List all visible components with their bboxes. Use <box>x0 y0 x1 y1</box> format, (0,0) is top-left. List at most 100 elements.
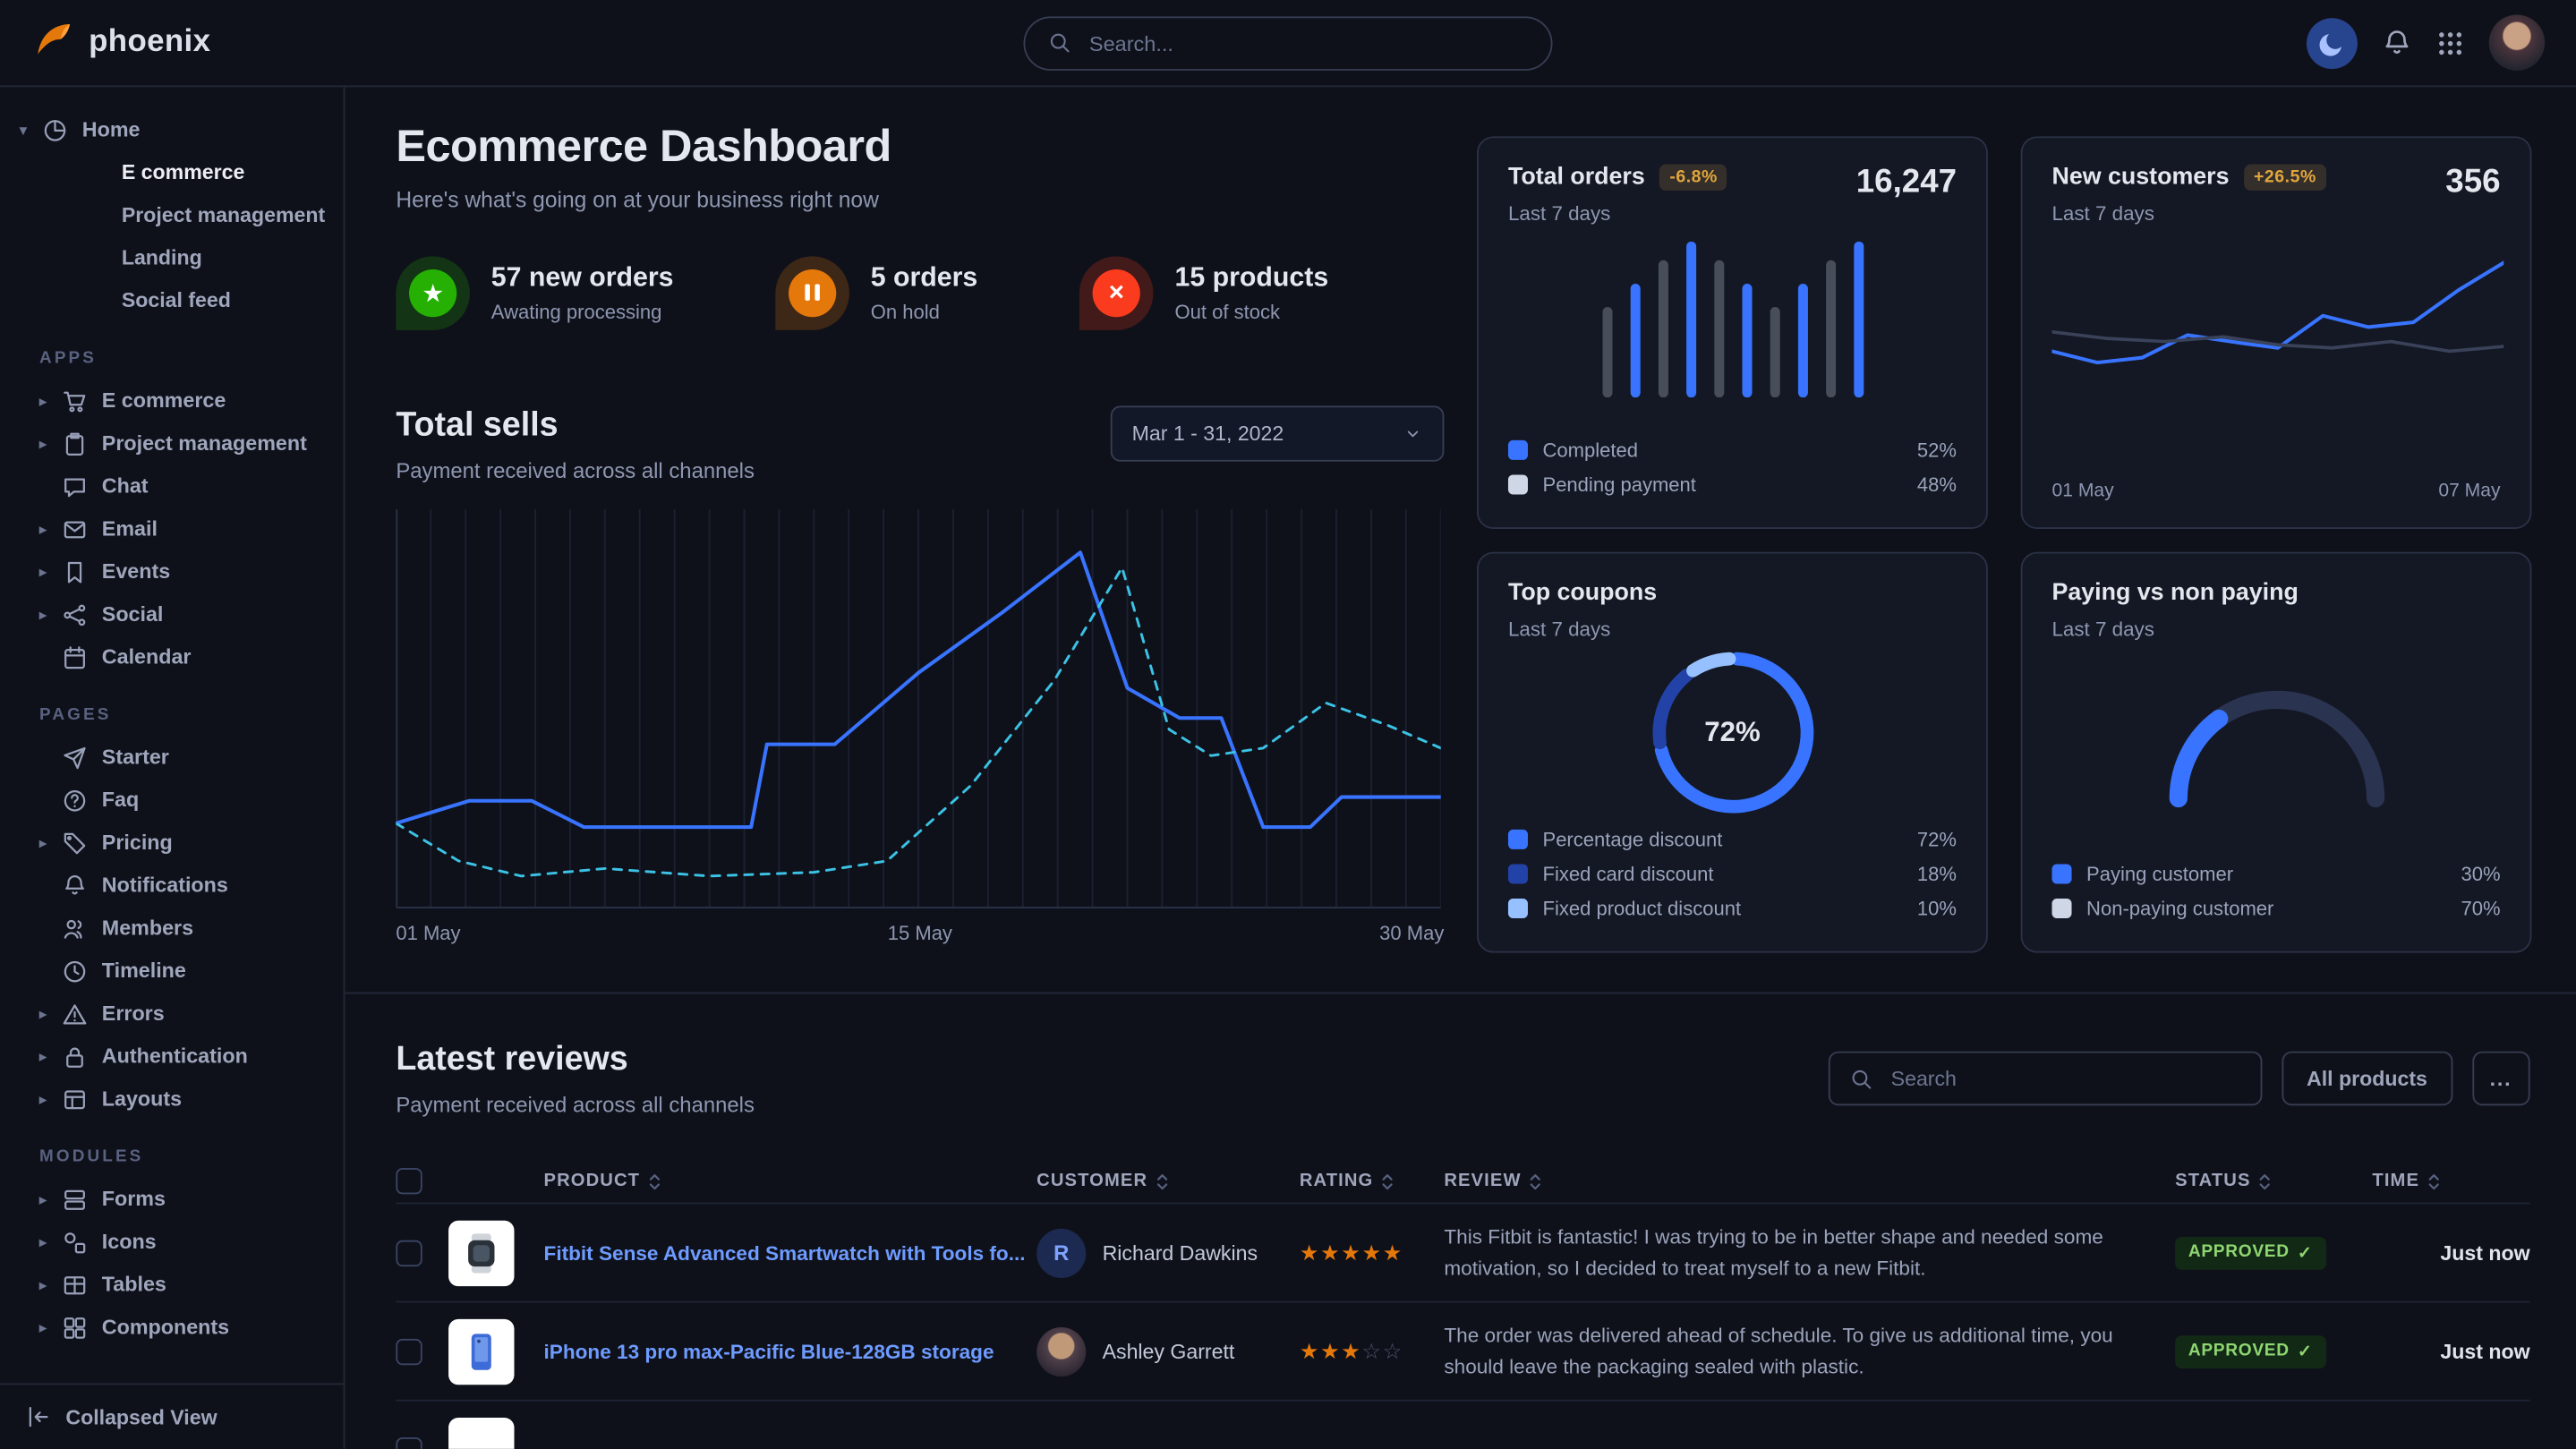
sidebar-item-label: Events <box>102 560 170 584</box>
caret-right-icon: ▸ <box>39 1090 63 1108</box>
sidebar-item-icons[interactable]: ▸Icons <box>0 1221 344 1264</box>
column-header-time[interactable]: TIME <box>2372 1172 2529 1191</box>
sidebar-item-social[interactable]: ▸Social <box>0 593 344 636</box>
reviews-title: Latest reviews <box>396 1040 755 1079</box>
card-total-orders: Total orders -6.8% Last 7 days 16,247 Co… <box>1477 136 1988 529</box>
chevron-down-icon <box>1403 424 1422 444</box>
sidebar-item-tables[interactable]: ▸Tables <box>0 1263 344 1306</box>
column-header-product[interactable]: PRODUCT <box>544 1172 1037 1191</box>
collapse-icon <box>26 1404 51 1429</box>
sidebar-item-label: Components <box>102 1316 229 1339</box>
legend-swatch <box>1508 439 1528 459</box>
sidebar-item-calendar[interactable]: ▸Calendar <box>0 635 344 678</box>
table-icon <box>63 1273 88 1298</box>
more-options-button[interactable]: ... <box>2471 1052 2529 1106</box>
new-customers-line-chart <box>2051 242 2503 426</box>
column-header-status[interactable]: STATUS <box>2175 1172 2372 1191</box>
paying-gauge-chart <box>2137 654 2416 812</box>
stat-value: 57 new orders <box>491 263 674 294</box>
sidebar-item-members[interactable]: ▸Members <box>0 907 344 950</box>
reviews-search[interactable] <box>1829 1052 2263 1106</box>
sidebar-item-home[interactable]: ▾Home <box>0 108 344 151</box>
stat-item: ★57 new ordersAwating processing <box>396 256 673 330</box>
sidebar-item-notifications[interactable]: ▸Notifications <box>0 864 344 907</box>
sidebar-item-events[interactable]: ▸Events <box>0 550 344 593</box>
column-header-rating[interactable]: RATING <box>1300 1172 1445 1191</box>
column-header-review[interactable]: REVIEW <box>1444 1172 2175 1191</box>
collapse-view-button[interactable]: Collapsed View <box>0 1383 344 1448</box>
sidebar-subitem-landing[interactable]: Landing <box>0 236 344 279</box>
x-tick: 01 May <box>2051 482 2113 501</box>
stat-item: 5 ordersOn hold <box>775 256 977 330</box>
sidebar-item-label: Project management <box>102 432 307 456</box>
sidebar-item-email[interactable]: ▸Email <box>0 507 344 550</box>
column-header-customer[interactable]: CUSTOMER <box>1036 1172 1300 1191</box>
sidebar-item-label: Forms <box>102 1188 166 1211</box>
customer-cell[interactable]: RRichard Dawkins <box>1036 1228 1300 1277</box>
product-link[interactable]: Fitbit Sense Advanced Smartwatch with To… <box>544 1241 1037 1265</box>
legend-swatch <box>2051 864 2071 883</box>
sidebar-item-authentication[interactable]: ▸Authentication <box>0 1035 344 1078</box>
sidebar-item-timeline[interactable]: ▸Timeline <box>0 950 344 993</box>
sidebar-item-chat[interactable]: ▸Chat <box>0 465 344 507</box>
legend-value: 10% <box>1917 896 1957 919</box>
product-thumbnail[interactable] <box>448 1220 514 1285</box>
brand[interactable]: phoenix <box>0 17 210 68</box>
x-axis-labels: 01 May 15 May 30 May <box>396 922 1444 945</box>
table-header: PRODUCTCUSTOMERRATINGREVIEWSTATUSTIME <box>396 1160 2529 1203</box>
review-text: The order was delivered ahead of schedul… <box>1444 1321 2175 1382</box>
sidebar-item-e-commerce[interactable]: ▸E commerce <box>0 379 344 422</box>
pause-icon <box>775 256 849 330</box>
select-all-checkbox[interactable] <box>396 1168 422 1194</box>
sidebar-item-pricing[interactable]: ▸Pricing <box>0 822 344 865</box>
stat-value: 5 orders <box>871 263 978 294</box>
legend-swatch <box>2051 898 2071 917</box>
row-checkbox[interactable] <box>396 1338 422 1364</box>
clock-icon <box>63 959 88 984</box>
date-range-select[interactable]: Mar 1 - 31, 2022 <box>1111 405 1445 461</box>
card-title: Top coupons <box>1508 580 1657 606</box>
reviews-subtitle: Payment received across all channels <box>396 1093 755 1118</box>
phoenix-logo-icon <box>31 17 74 68</box>
customer-cell[interactable]: Ashley Garrett <box>1036 1326 1300 1376</box>
sidebar-item-starter[interactable]: ▸Starter <box>0 736 344 779</box>
table-body: Fitbit Sense Advanced Smartwatch with To… <box>396 1203 2529 1449</box>
total-sells-chart-area: 01 May 15 May 30 May <box>396 509 1444 944</box>
sidebar-item-components[interactable]: ▸Components <box>0 1306 344 1349</box>
sidebar-item-project-management[interactable]: ▸Project management <box>0 422 344 465</box>
sidebar-item-label: Chat <box>102 474 149 498</box>
sidebar-nav: ▾HomeE commerceProject managementLanding… <box>0 108 344 1383</box>
search-input[interactable] <box>1086 29 1528 56</box>
sidebar-item-forms[interactable]: ▸Forms <box>0 1178 344 1221</box>
sidebar-item-errors[interactable]: ▸Errors <box>0 993 344 1036</box>
topbar: phoenix <box>0 0 2576 87</box>
sidebar-subitem-e-commerce[interactable]: E commerce <box>0 151 344 194</box>
warning-icon <box>63 1002 88 1027</box>
legend-value: 70% <box>2461 896 2500 919</box>
legend-value: 72% <box>1917 827 1957 850</box>
theme-toggle-button[interactable] <box>2307 17 2358 68</box>
product-link[interactable]: iPhone 13 pro max-Pacific Blue-128GB sto… <box>544 1340 1037 1363</box>
lock-icon <box>63 1044 88 1069</box>
grid-icon <box>2436 29 2464 56</box>
sidebar-item-faq[interactable]: ▸Faq <box>0 779 344 822</box>
apps-grid-button[interactable] <box>2436 29 2464 56</box>
legend-label: Non-paying customer <box>2086 896 2273 919</box>
user-avatar[interactable] <box>2489 15 2545 71</box>
legend-row: Fixed product discount10% <box>1508 891 1957 925</box>
product-thumbnail[interactable] <box>448 1318 514 1384</box>
sidebar-item-layouts[interactable]: ▸Layouts <box>0 1078 344 1121</box>
row-checkbox[interactable] <box>396 1436 422 1449</box>
global-search[interactable] <box>1023 15 1552 70</box>
review-row: Fitbit Sense Advanced Smartwatch with To… <box>396 1203 2529 1301</box>
review-time: Just now <box>2372 1241 2529 1265</box>
sidebar-subitem-project-management[interactable]: Project management <box>0 194 344 237</box>
product-thumbnail[interactable] <box>448 1417 514 1449</box>
legend-value: 48% <box>1917 473 1957 496</box>
row-checkbox[interactable] <box>396 1240 422 1266</box>
all-products-button[interactable]: All products <box>2282 1052 2452 1106</box>
bookmark-icon <box>63 559 88 584</box>
notifications-button[interactable] <box>2382 28 2411 57</box>
sidebar-subitem-social-feed[interactable]: Social feed <box>0 279 344 322</box>
reviews-search-input[interactable] <box>1888 1065 2241 1091</box>
